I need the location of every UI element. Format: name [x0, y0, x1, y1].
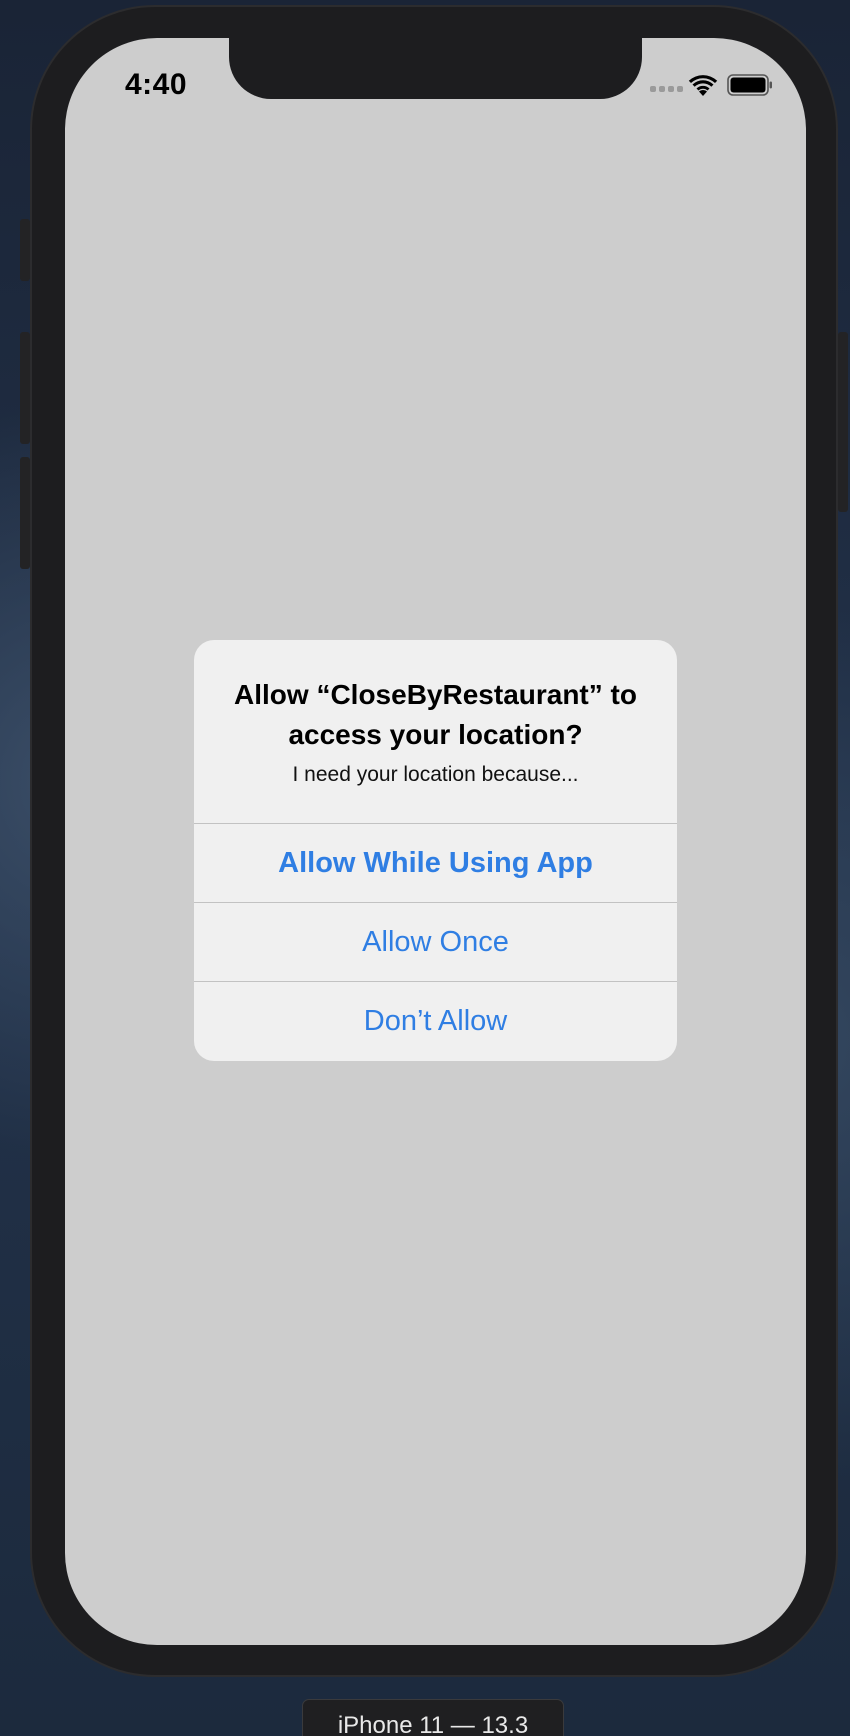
- phone-screen: 4:40 Allow “CloseByRestaurant” to access…: [65, 38, 806, 1645]
- battery-icon: [727, 74, 772, 96]
- status-time: 4:40: [125, 68, 188, 101]
- simulator-device-label: iPhone 11 — 13.3: [302, 1699, 564, 1736]
- wifi-icon: [688, 75, 718, 96]
- dont-allow-button[interactable]: Don’t Allow: [194, 981, 677, 1060]
- volume-down-button: [20, 457, 30, 569]
- alert-message: I need your location because...: [292, 763, 579, 786]
- alert-header: Allow “CloseByRestaurant” to access your…: [194, 640, 677, 823]
- location-permission-alert: Allow “CloseByRestaurant” to access your…: [194, 640, 677, 1061]
- cellular-signal-icon: [650, 86, 683, 92]
- silent-switch: [20, 219, 30, 281]
- allow-once-button[interactable]: Allow Once: [194, 902, 677, 981]
- volume-up-button: [20, 332, 30, 444]
- power-button: [838, 332, 848, 512]
- notch: [229, 38, 642, 99]
- alert-title: Allow “CloseByRestaurant” to access your…: [234, 679, 637, 750]
- allow-while-using-app-button[interactable]: Allow While Using App: [194, 823, 677, 902]
